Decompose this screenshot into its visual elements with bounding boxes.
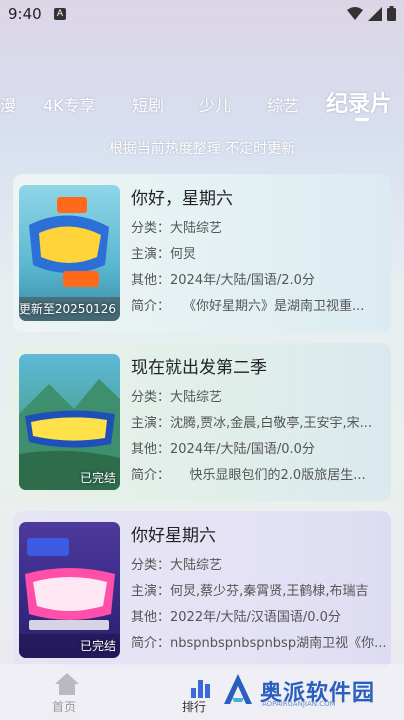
tab-prev[interactable]: 漫 (0, 92, 16, 116)
active-tab-indicator (355, 118, 369, 121)
watermark-url: AOPAIRUANJIAN.COM (262, 700, 336, 708)
info-row-synopsis: 简介： 快乐显眼包们的2.0版旅居生... (131, 468, 366, 483)
info-row-synopsis: 简介： 《你好星期六》是湖南卫视重... (131, 299, 365, 314)
info-row-cast: 主演：何炅 (131, 247, 197, 262)
info-row-other: 其他：2024年/大陆/国语/0.0分 (131, 442, 315, 457)
status-time: 9:40 (8, 5, 42, 23)
info-row-category: 分类：大陆综艺 (131, 390, 223, 405)
show-poster[interactable]: 已完结 (19, 354, 120, 490)
show-info: 现在就出发第二季 分类：大陆综艺 主演：沈腾,贾冰,金晨,白敬亭,王安宇,宋..… (131, 355, 387, 489)
tab-documentary[interactable]: 纪录片 (326, 86, 392, 118)
show-title[interactable]: 现在就出发第二季 (131, 355, 387, 381)
battery-icon (387, 6, 396, 21)
nav-home-label[interactable]: 首页 (52, 698, 76, 715)
tab-4k[interactable]: 4K专享 (43, 92, 96, 116)
status-icons (347, 6, 396, 21)
show-card[interactable]: 更新至20250126 你好，星期六 分类：大陆综艺 主演：何炅 其他：2024… (13, 174, 391, 332)
notification-icon: A (54, 8, 66, 20)
tab-short-drama[interactable]: 短剧 (132, 92, 164, 116)
status-bar: 9:40 A (0, 0, 404, 30)
home-icon[interactable] (52, 672, 82, 700)
info-row-synopsis: 简介：nbspnbspnbspnbsp湖南卫视《你... (131, 636, 387, 651)
show-poster[interactable]: 更新至20250126 (19, 185, 120, 321)
tab-variety[interactable]: 综艺 (267, 92, 299, 116)
show-card[interactable]: 已完结 现在就出发第二季 分类：大陆综艺 主演：沈腾,贾冰,金晨,白敬亭,王安宇… (13, 343, 391, 501)
tab-kids[interactable]: 少儿 (199, 92, 231, 116)
wifi-icon (347, 6, 363, 21)
show-info: 你好，星期六 分类：大陆综艺 主演：何炅 其他：2024年/大陆/国语/2.0分… (131, 186, 387, 320)
show-title[interactable]: 你好星期六 (131, 523, 387, 549)
poster-status: 更新至20250126 (19, 302, 116, 316)
show-title[interactable]: 你好，星期六 (131, 186, 387, 212)
watermark: 奥派软件园 AOPAIRUANJIAN.COM (222, 672, 375, 710)
nav-rank-label[interactable]: 排行 (182, 698, 206, 715)
info-row-category: 分类：大陆综艺 (131, 558, 223, 573)
poster-status: 已完结 (79, 471, 116, 485)
info-row-cast: 主演：何炅,蔡少芬,秦霄贤,王鹤棣,布瑞吉 (131, 584, 369, 599)
show-card[interactable]: 已完结 你好星期六 分类：大陆综艺 主演：何炅,蔡少芬,秦霄贤,王鹤棣,布瑞吉 … (13, 511, 391, 669)
show-info: 你好星期六 分类：大陆综艺 主演：何炅,蔡少芬,秦霄贤,王鹤棣,布瑞吉 其他：2… (131, 523, 387, 657)
poster-status: 已完结 (79, 639, 116, 653)
info-row-cast: 主演：沈腾,贾冰,金晨,白敬亭,王安宇,宋... (131, 416, 373, 431)
signal-icon (368, 6, 382, 21)
category-tabs: 漫 4K专享 短剧 少儿 综艺 纪录片 (0, 86, 404, 122)
info-row-category: 分类：大陆综艺 (131, 221, 223, 236)
show-poster[interactable]: 已完结 (19, 522, 120, 658)
watermark-logo-icon (222, 672, 254, 710)
list-subtitle: 根据当前热度整理 不定时更新 (108, 141, 296, 157)
info-row-other: 其他：2022年/大陆/汉语国语/0.0分 (131, 610, 341, 625)
info-row-other: 其他：2024年/大陆/国语/2.0分 (131, 273, 315, 288)
